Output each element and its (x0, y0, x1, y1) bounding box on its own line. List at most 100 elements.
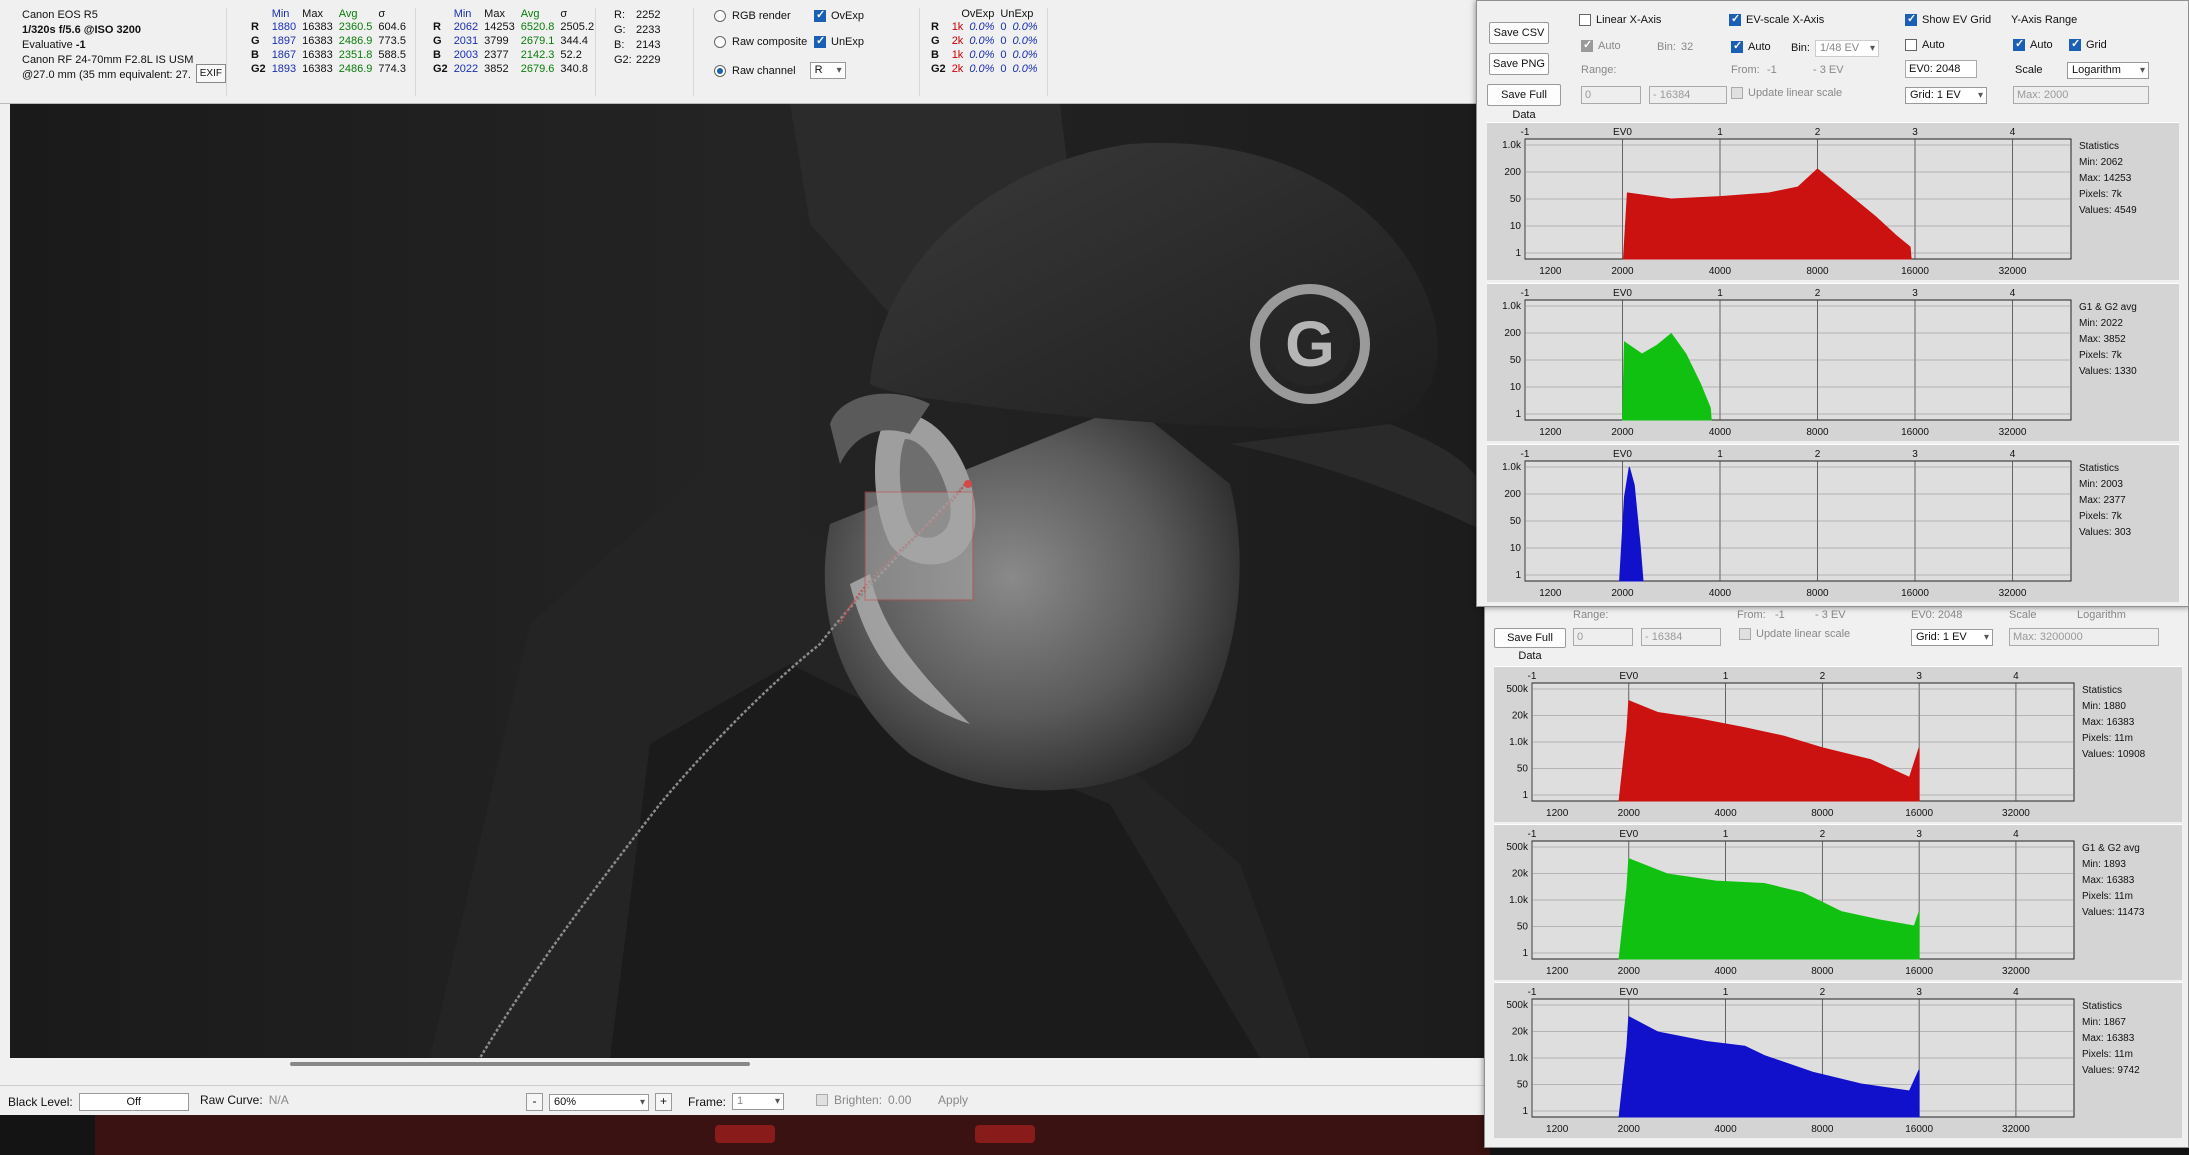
y-tick-label: 1.0k (1502, 301, 1522, 312)
clip-channel: B (931, 49, 939, 61)
stats-line: Max: 16383 (2082, 1033, 2135, 1044)
unexp-checkbox[interactable] (814, 34, 826, 48)
update-linear-checkbox[interactable] (1731, 87, 1743, 99)
y-tick-label: 1 (1522, 948, 1528, 959)
y-tick-label: 20k (1512, 869, 1529, 880)
y-grid-toggle[interactable]: Grid (2069, 37, 2107, 51)
stat-min: 2003 (453, 49, 479, 61)
scale-select[interactable]: Logarithm (2067, 62, 2149, 79)
y-auto-checkbox[interactable] (2013, 37, 2025, 51)
ev-bin-select[interactable]: 1/48 EV (1815, 40, 1879, 57)
stats-line: Min: 1893 (2082, 859, 2126, 870)
grid-auto-toggle[interactable]: Auto (1905, 39, 1945, 51)
top-tick-label: -1 (1521, 127, 1530, 138)
linear-auto-checkbox[interactable] (1581, 38, 1593, 52)
top-tick-label: 4 (2010, 449, 2016, 460)
grid-auto-checkbox[interactable] (1905, 39, 1917, 51)
range-from[interactable]: 0 (1573, 628, 1633, 646)
horizontal-scrollbar[interactable] (290, 1062, 750, 1066)
clip-row: R 1k 0.0% 0 0.0% (928, 20, 1041, 34)
raw-composite-option[interactable]: Raw composite (714, 36, 807, 48)
rgb-render-label: RGB render (732, 10, 791, 22)
y-max-field[interactable]: Max: 3200000 (2009, 628, 2159, 646)
y-tick-label: 50 (1517, 764, 1529, 775)
clip-header-ovexp: OvExp (961, 8, 995, 20)
stat-avg: 2360.5 (338, 21, 373, 33)
linear-auto-toggle[interactable]: Auto (1581, 38, 1621, 52)
brighten-checkbox[interactable] (816, 1094, 828, 1106)
metering-label: Evaluative (22, 39, 73, 51)
save-png-button[interactable]: Save PNG (1489, 53, 1549, 75)
y-tick-label: 10 (1510, 382, 1522, 393)
rgb-render-radio[interactable] (714, 10, 726, 22)
histogram-panel-green-full: -1 EV0 1 2 3 4 1200 2000 4000 8000 16000 32000 500k 2… (1494, 824, 2182, 980)
unexp-toggle[interactable]: UnExp (814, 34, 864, 48)
x-tick-label: 32000 (1999, 266, 2027, 277)
stat-min: 2062 (453, 21, 479, 33)
range-from[interactable]: 0 (1581, 86, 1641, 104)
stat-min: 2022 (453, 63, 479, 75)
clip-ov-percent: 0.0% (969, 63, 995, 75)
update-linear-checkbox[interactable] (1739, 628, 1751, 640)
image-viewport[interactable]: G (10, 104, 1490, 1058)
update-linear-toggle[interactable]: Update linear scale (1731, 87, 1842, 99)
ev0-field[interactable]: EV0: 2048 (1905, 60, 1977, 78)
save-csv-button[interactable]: Save CSV (1489, 22, 1549, 44)
rgb-render-option[interactable]: RGB render (714, 10, 791, 22)
y-auto-toggle[interactable]: Auto (2013, 37, 2053, 51)
ovexp-toggle[interactable]: OvExp (814, 8, 864, 22)
y-tick-label: 50 (1517, 922, 1529, 933)
apply-button[interactable]: Apply (938, 1093, 968, 1107)
y-grid-checkbox[interactable] (2069, 37, 2081, 51)
stat-avg: 6520.8 (520, 21, 555, 33)
grid-select[interactable]: Grid: 1 EV (1905, 87, 1987, 104)
clip-un-count: 0 (1000, 35, 1007, 47)
y-tick-label: 1 (1515, 248, 1521, 259)
zoom-in-button[interactable]: + (655, 1093, 672, 1111)
zoom-select[interactable]: 60% (549, 1093, 649, 1111)
ev-auto-checkbox[interactable] (1731, 39, 1743, 53)
top-tick-label: EV0 (1613, 127, 1632, 138)
show-ev-grid-checkbox[interactable] (1905, 12, 1917, 26)
grid-select[interactable]: Grid: 1 EV (1911, 629, 1993, 646)
brighten-value[interactable]: 0.00 (888, 1093, 932, 1107)
ev-auto-toggle[interactable]: Auto (1731, 39, 1771, 53)
x-tick-label: 16000 (1901, 588, 1929, 599)
stats-line: Max: 16383 (2082, 875, 2135, 886)
linear-x-checkbox[interactable] (1579, 14, 1591, 26)
range-to[interactable]: - 16384 (1641, 628, 1721, 646)
linear-auto-label: Auto (1598, 40, 1621, 52)
linear-x-toggle[interactable]: Linear X-Axis (1579, 14, 1661, 26)
ev-scale-checkbox[interactable] (1729, 12, 1741, 26)
stats-line: Pixels: 7k (2079, 511, 2123, 522)
raw-composite-radio[interactable] (714, 36, 726, 48)
y-max-field[interactable]: Max: 2000 (2013, 86, 2149, 104)
range-to[interactable]: - 16384 (1649, 86, 1727, 104)
update-linear-toggle[interactable]: Update linear scale (1739, 628, 1850, 640)
exif-button[interactable]: EXIF (195, 64, 226, 83)
raw-channel-option[interactable]: Raw channel R (714, 62, 846, 79)
black-level-field[interactable]: Off (78, 1093, 189, 1111)
range-label: Range: (1581, 64, 1617, 76)
stat-avg: 2351.8 (338, 49, 373, 61)
stat-sd: 773.5 (378, 35, 406, 47)
stat-row: B 1867 16383 2351.8 588.5 (248, 48, 409, 62)
zoom-out-button[interactable]: - (526, 1093, 543, 1111)
ovexp-checkbox[interactable] (814, 8, 826, 22)
ev-scale-toggle[interactable]: EV-scale X-Axis (1729, 12, 1824, 26)
top-tick-label: 2 (1820, 987, 1826, 998)
histogram-panel-green: -1 EV0 1 2 3 4 1200 2000 4000 8000 16000 32000 1.0k 2… (1487, 283, 2179, 441)
top-tick-label: 3 (1916, 829, 1922, 840)
save-full-data-button[interactable]: Save Full Data (1494, 628, 1566, 662)
stat-header: σ (560, 8, 568, 20)
raw-channel-radio[interactable] (714, 64, 726, 77)
metering-info: Evaluative -1 (22, 38, 226, 53)
save-full-data-button[interactable]: Save Full Data (1487, 84, 1561, 121)
stat-sd: 344.4 (560, 35, 588, 47)
pixel-value-row: R: 2252 (614, 8, 693, 23)
pixel-value-row: G: 2233 (614, 23, 693, 38)
show-ev-grid-toggle[interactable]: Show EV Grid (1905, 12, 1991, 26)
channel-select[interactable]: R (809, 62, 846, 79)
frame-select[interactable]: 1 (732, 1093, 785, 1110)
top-tick-label: 1 (1723, 987, 1729, 998)
